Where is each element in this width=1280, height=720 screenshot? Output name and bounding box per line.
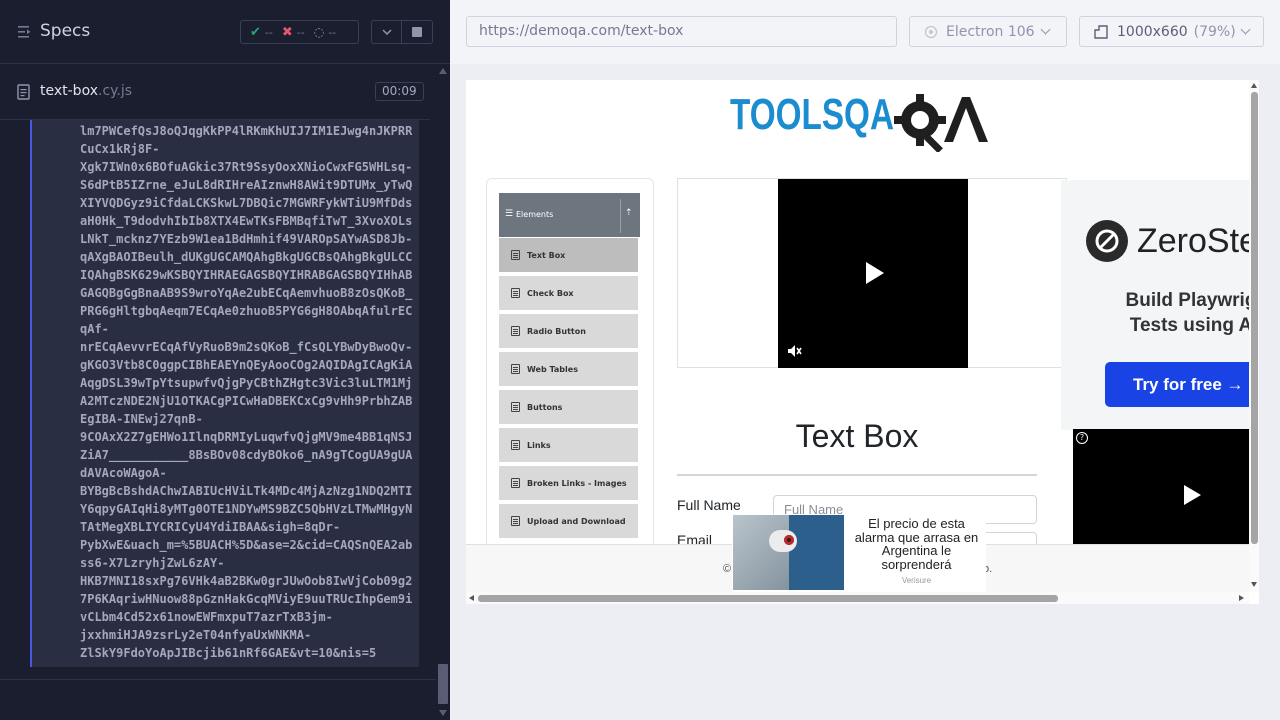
scroll-up-icon[interactable]: [1251, 83, 1257, 88]
ad-image[interactable]: [733, 515, 844, 590]
expand-button[interactable]: [372, 21, 403, 43]
specs-header: Specs ✔ -- ✖ -- ◌ --: [0, 0, 450, 64]
aut-panel: https://demoqa.com/text-box Electron 106…: [450, 0, 1280, 720]
elements-group-header[interactable]: ☰ Elements ⇡: [499, 193, 640, 237]
chevron-down-icon: [381, 29, 392, 35]
video-ad[interactable]: [778, 179, 968, 368]
cypress-runner-panel: Specs ✔ -- ✖ -- ◌ -- text-box.cy.js 00:09 l…: [0, 0, 450, 720]
scroll-left-icon[interactable]: [469, 595, 474, 601]
command-log[interactable]: lm7PWCefQsJ8oQJqgKkPP4lRKmKhUIJ7IM1EJwg4…: [30, 120, 419, 667]
sidebar-item-broken-links[interactable]: Broken Links - Images: [499, 466, 638, 502]
sidebar-item-radio-button[interactable]: Radio Button: [499, 314, 638, 350]
ruler-icon: [1094, 24, 1108, 39]
zerostep-ad[interactable]: ZeroSte Build Playwrig Tests using A Try…: [1061, 180, 1259, 430]
list-icon: [511, 250, 520, 260]
ad-text[interactable]: El precio de esta alarma que arrasa en A…: [848, 517, 985, 571]
toolsqa-logo[interactable]: TOOLSQA: [730, 92, 988, 152]
sidebar-item-web-tables[interactable]: Web Tables: [499, 352, 638, 388]
sidebar-item-links[interactable]: Links: [499, 428, 638, 464]
full-name-label: Full Name: [677, 497, 741, 513]
scroll-right-icon[interactable]: [1239, 595, 1244, 601]
app-iframe[interactable]: TOOLSQA ☰ Elements ⇡ Text Box Check Box …: [466, 80, 1259, 604]
scroll-up-icon[interactable]: [439, 68, 447, 74]
toolsqa-logo-text: TOOLSQA: [730, 92, 894, 139]
specs-title[interactable]: Specs: [40, 21, 90, 41]
spinner-icon: ◌: [313, 25, 325, 39]
zerostep-logo-icon: [1086, 220, 1128, 262]
sponsored-ad[interactable]: El precio de esta alarma que arrasa en A…: [732, 514, 986, 592]
zoom-level: (79%): [1193, 23, 1236, 40]
list-icon: [511, 478, 520, 488]
spec-file-name: text-box.cy.js: [40, 83, 133, 99]
list-icon: [511, 440, 520, 450]
play-icon[interactable]: [866, 262, 884, 284]
try-for-free-button[interactable]: Try for free →: [1105, 362, 1259, 407]
file-icon: [17, 84, 30, 100]
sidebar-item-check-box[interactable]: Check Box: [499, 276, 638, 312]
ad-brand: ZeroSte: [1137, 222, 1258, 260]
footer-copyright: ©: [723, 563, 732, 575]
sidebar-item-upload-download[interactable]: Upload and Download: [499, 504, 638, 540]
menu-icon: ☰: [505, 209, 514, 219]
spec-file-row[interactable]: text-box.cy.js 00:09: [0, 65, 430, 120]
scroll-thumb[interactable]: [478, 595, 1058, 602]
specs-list-icon[interactable]: [18, 25, 32, 39]
vertical-scrollbar[interactable]: [1249, 80, 1259, 592]
x-icon: ✖: [281, 24, 293, 40]
list-icon: [511, 288, 520, 298]
scroll-down-icon[interactable]: [1251, 582, 1257, 587]
browser-selector[interactable]: Electron 106: [909, 16, 1067, 47]
chevron-down-icon: [1240, 24, 1251, 35]
failed-count: ✖ --: [281, 24, 305, 40]
play-icon[interactable]: [1184, 485, 1201, 505]
page-title: Text Box: [795, 418, 919, 454]
scroll-down-icon[interactable]: [439, 710, 447, 716]
alarm-device-image: [769, 530, 797, 552]
ad-source: Verisure: [901, 576, 932, 585]
divider: [677, 474, 1037, 476]
passed-count: ✔ --: [250, 24, 273, 40]
list-icon: [511, 364, 520, 374]
mute-icon[interactable]: [786, 343, 802, 359]
viewport-selector[interactable]: 1000x660 (79%): [1079, 16, 1264, 47]
spec-duration: 00:09: [375, 82, 424, 101]
viewport-size: 1000x660: [1117, 23, 1188, 40]
sidebar-item-text-box[interactable]: Text Box: [499, 238, 638, 274]
chevron-down-icon: [1040, 24, 1051, 35]
list-icon: [511, 402, 520, 412]
collapse-icon[interactable]: ⇡: [625, 208, 633, 218]
sidebar-item-buttons[interactable]: Buttons: [499, 390, 638, 426]
log-url-text: lm7PWCefQsJ8oQJqgKkPP4lRKmKhUIJ7IM1EJwg4…: [80, 124, 413, 660]
help-icon[interactable]: ?: [1076, 432, 1088, 444]
log-scrollbar[interactable]: [436, 64, 450, 720]
stop-icon: [412, 27, 422, 37]
ad-headline: Build Playwrig Tests using A: [1125, 290, 1257, 336]
list-icon: [511, 326, 520, 336]
scroll-thumb[interactable]: [438, 664, 448, 704]
scroll-thumb[interactable]: [1251, 92, 1258, 544]
stop-button[interactable]: [402, 21, 432, 43]
run-controls: [371, 20, 433, 44]
browser-icon: [924, 25, 938, 38]
horizontal-scrollbar[interactable]: [466, 592, 1249, 604]
url-bar[interactable]: https://demoqa.com/text-box: [466, 16, 897, 47]
test-stats: ✔ -- ✖ -- ◌ --: [240, 20, 359, 44]
list-icon: [511, 516, 520, 526]
divider: [0, 679, 436, 680]
video-ad-2[interactable]: ?: [1073, 429, 1259, 559]
browser-label: Electron 106: [946, 23, 1035, 40]
pending-count: ◌ --: [313, 25, 337, 39]
check-icon: ✔: [250, 24, 261, 40]
aut-toolbar: https://demoqa.com/text-box Electron 106…: [450, 0, 1280, 64]
divider: [620, 199, 621, 233]
